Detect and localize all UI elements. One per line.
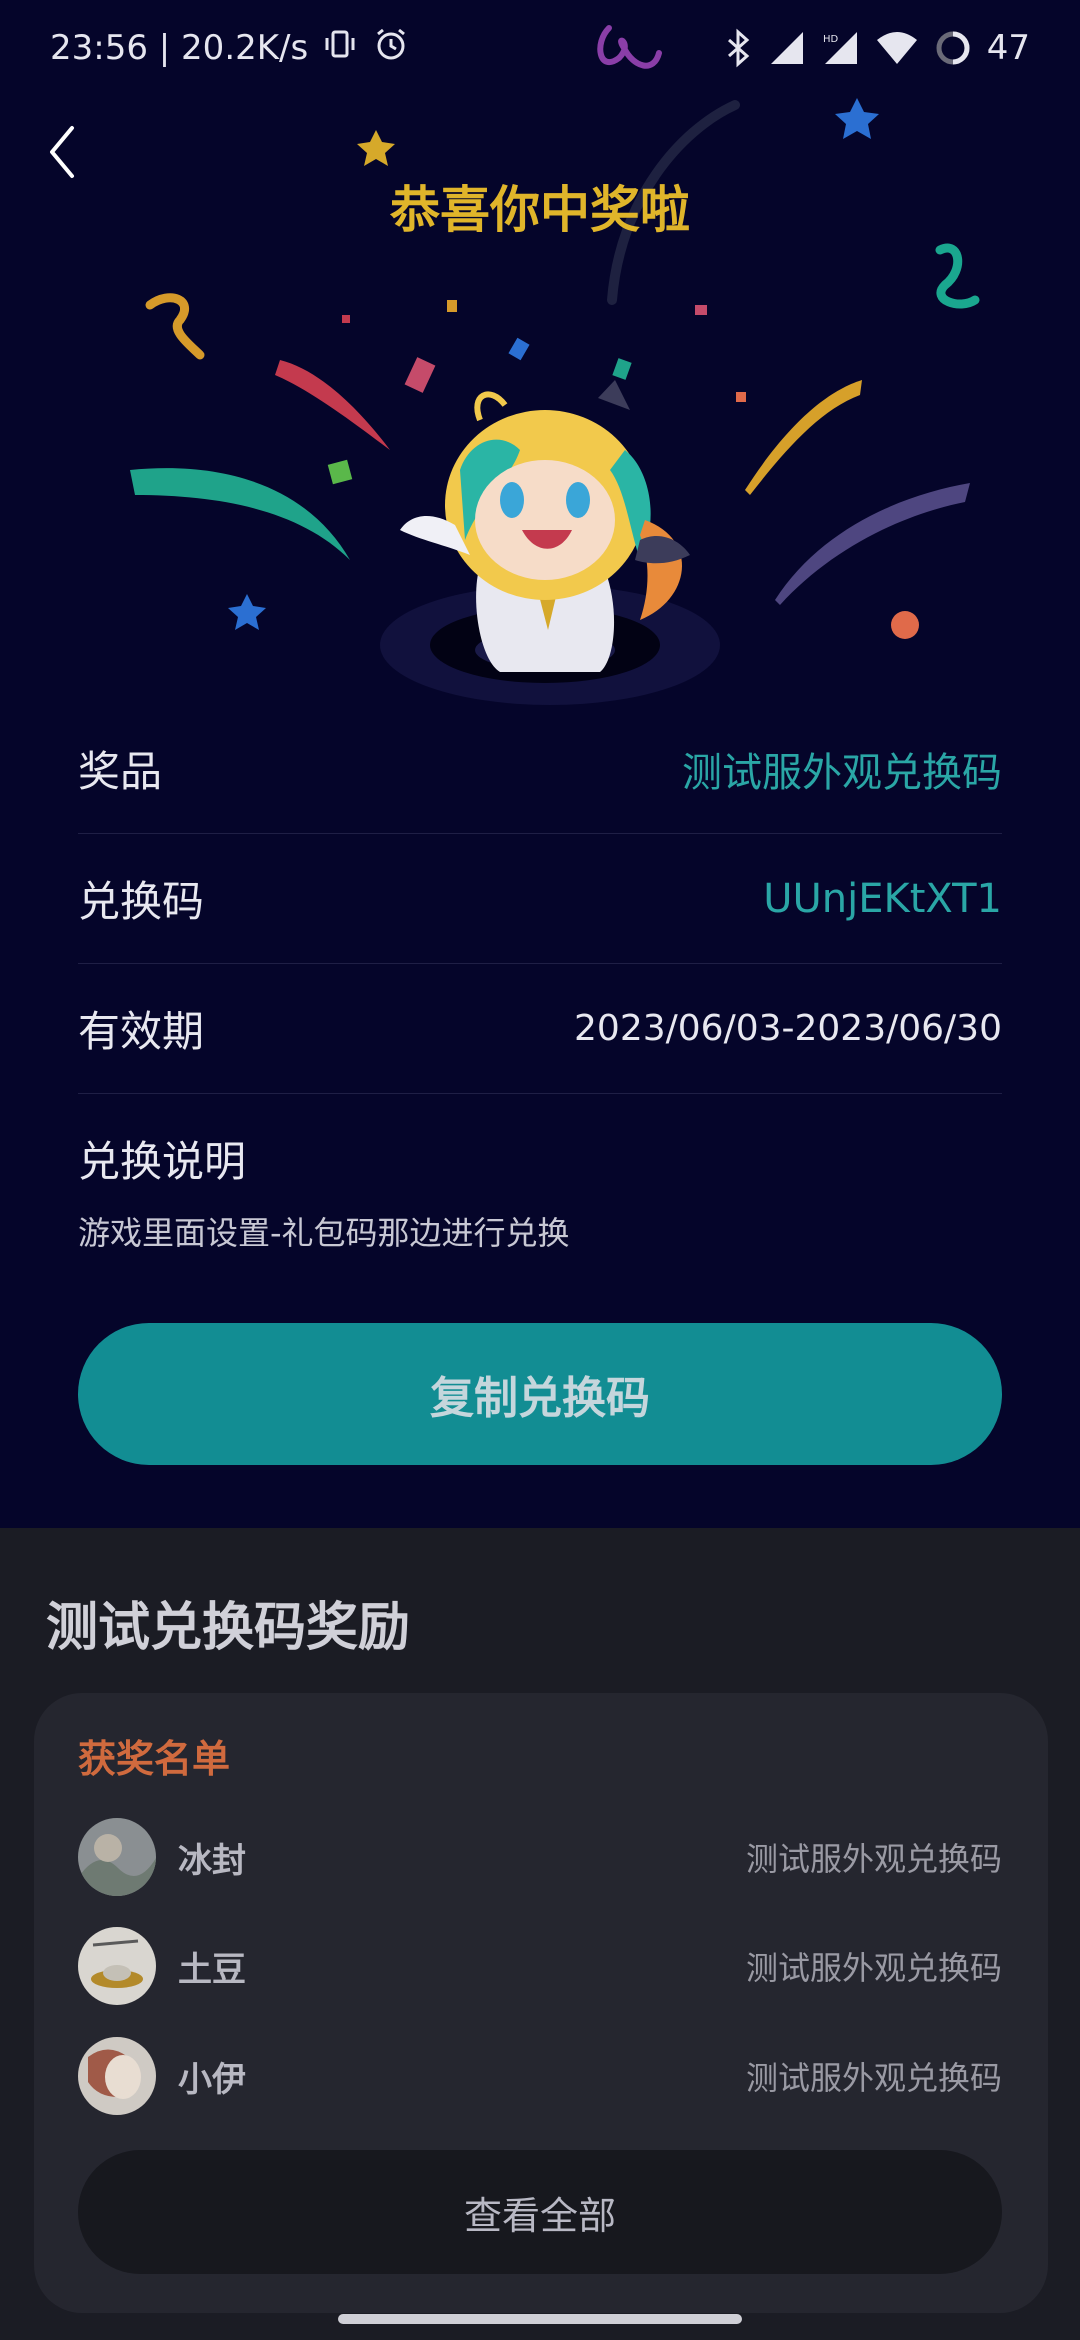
winner-prize: 测试服外观兑换码 <box>745 1949 1002 1987</box>
instructions-label: 兑换说明 <box>78 1137 247 1186</box>
winner-row[interactable]: 冰封 测试服外观兑换码 <box>78 1817 1002 1897</box>
winner-prize: 测试服外观兑换码 <box>745 2059 1002 2097</box>
winner-row[interactable]: 小伊 测试服外观兑换码 <box>78 2036 1002 2116</box>
home-indicator[interactable] <box>338 2314 742 2324</box>
winner-name: 土豆 <box>178 1949 246 1990</box>
app-logo-icon <box>589 13 669 83</box>
winner-name: 小伊 <box>178 2059 246 2100</box>
code-row: 兑换码 UUnjEKtXT1 <box>78 834 1002 964</box>
validity-value: 2023/06/03-2023/06/30 <box>574 1008 1002 1049</box>
rewards-title: 测试兑换码奖励 <box>46 1598 411 1658</box>
signal-hd-icon: HD <box>821 30 861 66</box>
view-all-button[interactable]: 查看全部 <box>78 2150 1002 2274</box>
prize-label: 奖品 <box>78 747 163 796</box>
avatar <box>78 2037 156 2115</box>
battery-level: 47 <box>986 28 1030 68</box>
winners-title: 获奖名单 <box>78 1737 231 1781</box>
copy-code-button[interactable]: 复制兑换码 <box>78 1323 1002 1465</box>
alarm-icon <box>372 25 410 72</box>
winner-prize: 测试服外观兑换码 <box>745 1840 1002 1878</box>
code-value[interactable]: UUnjEKtXT1 <box>763 876 1002 922</box>
status-time-speed: 23:56 | 20.2K/s <box>50 28 309 68</box>
signal-icon <box>767 30 807 66</box>
validity-row: 有效期 2023/06/03-2023/06/30 <box>78 964 1002 1094</box>
code-label: 兑换码 <box>78 877 205 926</box>
congratulations-title: 恭喜你中奖啦 <box>390 181 690 239</box>
prize-value: 测试服外观兑换码 <box>682 749 1002 796</box>
instructions-text: 游戏里面设置-礼包码那边进行兑换 <box>78 1214 570 1252</box>
svg-text:HD: HD <box>823 34 839 45</box>
prize-row: 奖品 测试服外观兑换码 <box>78 704 1002 834</box>
avatar <box>78 1818 156 1896</box>
wifi-icon <box>875 30 919 66</box>
winner-name: 冰封 <box>178 1840 246 1881</box>
bluetooth-icon <box>723 28 753 68</box>
status-bar: 23:56 | 20.2K/s HD 47 <box>0 0 1080 96</box>
winner-row[interactable]: 土豆 测试服外观兑换码 <box>78 1926 1002 2006</box>
avatar <box>78 1927 156 2005</box>
vibrate-icon <box>322 26 358 71</box>
validity-label: 有效期 <box>78 1007 205 1056</box>
battery-icon <box>933 28 973 68</box>
